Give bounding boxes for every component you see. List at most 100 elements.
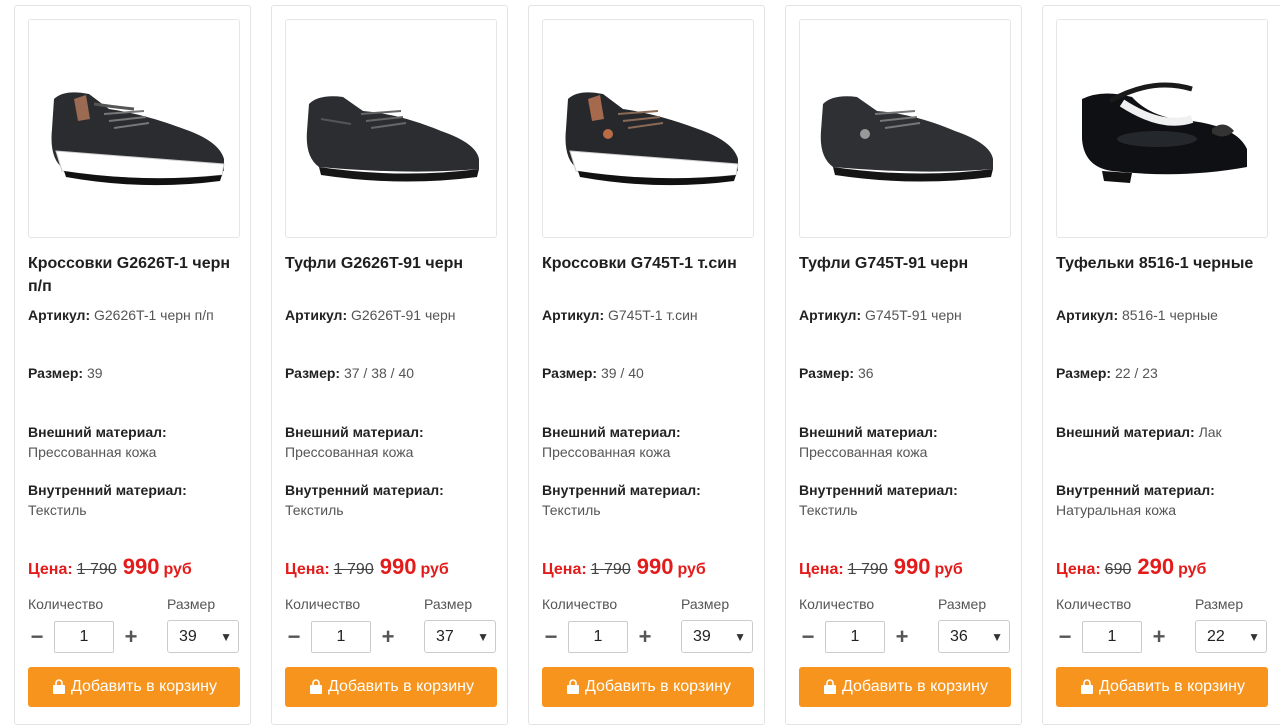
chevron-down-icon: ▼ bbox=[220, 629, 232, 644]
quantity-input[interactable] bbox=[54, 621, 114, 653]
quantity-stepper: − + bbox=[1056, 620, 1168, 654]
article-value: G745T-91 черн bbox=[865, 307, 962, 323]
quantity-label: Количество bbox=[28, 596, 104, 612]
inner-material-label: Внутренний материал: bbox=[1056, 482, 1215, 498]
product-image[interactable] bbox=[1056, 19, 1268, 238]
price-row: Цена: 1 790 990 руб bbox=[799, 554, 963, 580]
outer-material-label: Внешний материал: bbox=[799, 424, 938, 440]
product-title[interactable]: Туфли G2626T-91 черн bbox=[285, 252, 500, 275]
price-label: Цена: bbox=[285, 561, 330, 578]
outer-material-value: Прессованная кожа bbox=[28, 444, 157, 460]
size-select-label: Размер bbox=[424, 596, 473, 612]
minus-button[interactable]: − bbox=[1056, 620, 1074, 654]
product-image[interactable] bbox=[28, 19, 240, 238]
size-value: 39 / 40 bbox=[600, 365, 644, 381]
currency: руб bbox=[1178, 561, 1207, 578]
outer-material-row: Внешний материал: Прессованная кожа bbox=[542, 422, 757, 462]
quantity-label: Количество bbox=[1056, 596, 1132, 612]
minus-button[interactable]: − bbox=[799, 620, 817, 654]
plus-button[interactable]: + bbox=[893, 620, 911, 654]
girls-shoe-icon bbox=[1082, 82, 1247, 183]
add-to-cart-button[interactable]: Добавить в корзину bbox=[799, 667, 1011, 707]
size-select[interactable]: 39 ▼ bbox=[167, 620, 239, 653]
size-select[interactable]: 22 ▼ bbox=[1195, 620, 1267, 653]
chevron-down-icon: ▼ bbox=[734, 629, 746, 644]
quantity-input[interactable] bbox=[311, 621, 371, 653]
price-row: Цена: 1 790 990 руб bbox=[285, 554, 449, 580]
article-label: Артикул: bbox=[1056, 307, 1119, 323]
product-title[interactable]: Туфельки 8516-1 черные bbox=[1056, 252, 1271, 275]
product-title[interactable]: Туфли G745T-91 черн bbox=[799, 252, 1014, 275]
article-label: Артикул: bbox=[799, 307, 862, 323]
article-value: G2626T-1 черн п/п bbox=[94, 307, 214, 323]
plus-button[interactable]: + bbox=[1150, 620, 1168, 654]
selected-size: 37 bbox=[436, 627, 454, 645]
inner-material-row: Внутренний материал: Текстиль bbox=[285, 480, 500, 520]
size-row: Размер: 22 / 23 bbox=[1056, 363, 1271, 383]
outer-material-label: Внешний материал: bbox=[1056, 424, 1195, 440]
outer-material-label: Внешний материал: bbox=[542, 424, 681, 440]
size-select[interactable]: 37 ▼ bbox=[424, 620, 496, 653]
product-card: Туфли G2626T-91 черн Артикул: G2626T-91 … bbox=[271, 5, 508, 725]
size-value: 36 bbox=[857, 365, 874, 381]
add-to-cart-button[interactable]: Добавить в корзину bbox=[1056, 667, 1268, 707]
inner-material-value: Текстиль bbox=[542, 502, 601, 518]
outer-material-row: Внешний материал: Прессованная кожа bbox=[28, 422, 243, 462]
quantity-input[interactable] bbox=[568, 621, 628, 653]
currency: руб bbox=[420, 561, 449, 578]
add-to-cart-button[interactable]: Добавить в корзину bbox=[285, 667, 497, 707]
quantity-stepper: − + bbox=[285, 620, 397, 654]
price-row: Цена: 1 790 990 руб bbox=[542, 554, 706, 580]
minus-button[interactable]: − bbox=[285, 620, 303, 654]
shoe-icon bbox=[820, 95, 993, 182]
article-value: 8516-1 черные bbox=[1122, 307, 1218, 323]
article-value: G2626T-91 черн bbox=[351, 307, 456, 323]
product-image[interactable] bbox=[799, 19, 1011, 238]
product-image[interactable] bbox=[542, 19, 754, 238]
minus-button[interactable]: − bbox=[28, 620, 46, 654]
product-title[interactable]: Кроссовки G745T-1 т.син bbox=[542, 252, 757, 275]
price-row: Цена: 1 790 990 руб bbox=[28, 554, 192, 580]
size-row: Размер: 39 / 40 bbox=[542, 363, 757, 383]
add-to-cart-label: Добавить в корзину bbox=[70, 678, 217, 695]
minus-button[interactable]: − bbox=[542, 620, 560, 654]
add-to-cart-button[interactable]: Добавить в корзину bbox=[542, 667, 754, 707]
shopping-bag-icon bbox=[52, 679, 65, 694]
old-price: 690 bbox=[1104, 561, 1132, 578]
plus-button[interactable]: + bbox=[122, 620, 140, 654]
chevron-down-icon: ▼ bbox=[1248, 629, 1260, 644]
currency: руб bbox=[934, 561, 963, 578]
article-row: Артикул: G2626T-1 черн п/п bbox=[28, 305, 243, 325]
product-image[interactable] bbox=[285, 19, 497, 238]
inner-material-label: Внутренний материал: bbox=[285, 482, 444, 498]
new-price: 990 bbox=[379, 554, 417, 579]
inner-material-value: Текстиль bbox=[285, 502, 344, 518]
product-title[interactable]: Кроссовки G2626T-1 черн п/п bbox=[28, 252, 243, 298]
add-to-cart-button[interactable]: Добавить в корзину bbox=[28, 667, 240, 707]
size-select[interactable]: 39 ▼ bbox=[681, 620, 753, 653]
old-price: 1 790 bbox=[590, 561, 631, 578]
quantity-input[interactable] bbox=[1082, 621, 1142, 653]
shopping-bag-icon bbox=[823, 679, 836, 694]
sneaker-icon bbox=[565, 91, 739, 185]
size-select[interactable]: 36 ▼ bbox=[938, 620, 1010, 653]
chevron-down-icon: ▼ bbox=[477, 629, 489, 644]
size-label: Размер: bbox=[799, 365, 855, 381]
old-price: 1 790 bbox=[76, 561, 117, 578]
plus-button[interactable]: + bbox=[379, 620, 397, 654]
product-card: Кроссовки G745T-1 т.син Артикул: G745T-1… bbox=[528, 5, 765, 725]
new-price: 290 bbox=[1137, 554, 1175, 579]
quantity-input[interactable] bbox=[825, 621, 885, 653]
shopping-bag-icon bbox=[1080, 679, 1093, 694]
product-card: Туфли G745T-91 черн Артикул: G745T-91 че… bbox=[785, 5, 1022, 725]
inner-material-value: Натуральная кожа bbox=[1056, 502, 1177, 518]
price-label: Цена: bbox=[28, 561, 73, 578]
plus-button[interactable]: + bbox=[636, 620, 654, 654]
new-price: 990 bbox=[122, 554, 160, 579]
outer-material-label: Внешний материал: bbox=[285, 424, 424, 440]
quantity-stepper: − + bbox=[28, 620, 140, 654]
size-select-label: Размер bbox=[681, 596, 730, 612]
outer-material-row: Внешний материал: Прессованная кожа bbox=[799, 422, 1014, 462]
outer-material-value: Прессованная кожа bbox=[285, 444, 414, 460]
shoe-icon bbox=[306, 95, 479, 182]
